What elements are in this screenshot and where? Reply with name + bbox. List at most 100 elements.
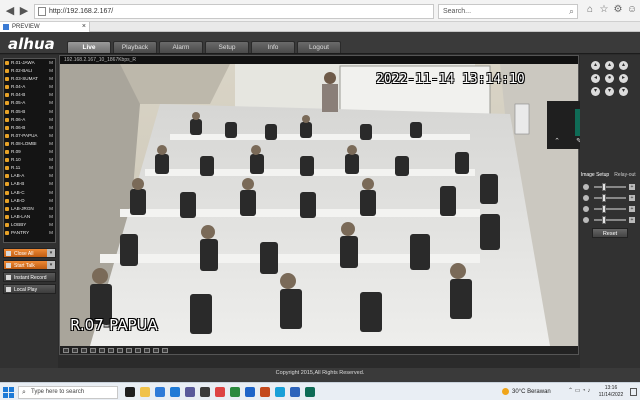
meet-app-icon[interactable] [305,387,315,397]
ptz-center-icon[interactable]: ● [605,74,614,83]
camera-list-item[interactable]: LAB-JRGN M [4,205,55,213]
chevron-down-icon[interactable]: ▾ [47,249,55,257]
excel-icon[interactable] [230,387,240,397]
camera-list-item[interactable]: R.08-LOMBI M [4,140,55,148]
camera-list-item[interactable]: LAB-LAN M [4,213,55,221]
camera-stream-flag[interactable]: M [49,156,53,164]
snapshot-icon[interactable] [108,347,114,353]
camera-list-item[interactable]: LOBBY M [4,221,55,229]
record-toggle-icon[interactable] [117,347,123,353]
camera-stream-flag[interactable]: M [49,124,53,132]
back-icon[interactable]: ◀ [3,4,17,18]
camera-list-item[interactable]: R.06-B M [4,124,55,132]
slider-knob[interactable] [601,183,606,191]
increase-icon[interactable]: + [629,206,635,212]
camera-stream-flag[interactable]: M [49,180,53,188]
tab-image-setup[interactable]: Image Setup [580,171,610,180]
camera-stream-flag[interactable]: M [49,221,53,229]
camera-list-item[interactable]: LAB-C M [4,189,55,197]
ptz-up-icon[interactable]: ▴ [605,61,614,70]
taskbar-search-input[interactable]: ⌕ Type here to search [18,386,118,399]
ie-icon[interactable] [275,387,285,397]
ptz-down-left-icon[interactable]: ▾ [591,87,600,96]
saturation-slider[interactable]: + [583,205,637,213]
ptz-down-right-icon[interactable]: ▾ [619,87,628,96]
camera-list-item[interactable]: R.03-SUMAT M [4,75,55,83]
tab-close-icon[interactable]: × [82,22,86,32]
tab-logout[interactable]: Logout [297,41,341,53]
camera-list-item[interactable]: R.10 M [4,156,55,164]
camera-list-item[interactable]: LAB-A M [4,172,55,180]
brightness-slider[interactable]: + [583,183,637,191]
file-explorer-icon[interactable] [140,387,150,397]
powerpoint-icon[interactable] [260,387,270,397]
tab-alarm[interactable]: Alarm [159,41,203,53]
close-video-icon[interactable] [162,347,168,353]
system-tray[interactable]: ⌃ ▭ ◔ ♪ [568,387,590,394]
window-9-icon[interactable] [81,347,87,353]
camera-stream-flag[interactable]: M [49,189,53,197]
camera-list-item[interactable]: R.06-A M [4,116,55,124]
browser-tab[interactable]: PREVIEW × [0,22,90,32]
camera-stream-flag[interactable]: M [49,205,53,213]
tab-live[interactable]: Live [67,41,111,53]
camera-list-item[interactable]: R.04-B M [4,91,55,99]
address-bar[interactable]: http://192.168.2.167/ [34,4,434,19]
camera-list-item[interactable]: R.04-A M [4,83,55,91]
settings-gear-icon[interactable]: ⚙ [612,3,624,17]
zoom-app-icon[interactable] [290,387,300,397]
instant-record-button[interactable]: Instant Record [3,272,56,282]
hue-slider[interactable]: + [583,216,637,224]
camera-stream-flag[interactable]: M [49,197,53,205]
zoom-icon[interactable] [126,347,132,353]
taskbar-clock[interactable]: 13:16 11/14/2022 [596,385,626,399]
tab-info[interactable]: Info [251,41,295,53]
camera-list-item[interactable]: PANTRY M [4,229,55,237]
window-4-icon[interactable] [72,347,78,353]
camera-list-item[interactable]: R.01-JAWA M [4,59,55,67]
edge-icon[interactable] [170,387,180,397]
feedback-icon[interactable]: ☺ [626,3,638,17]
camera-stream-flag[interactable]: M [49,67,53,75]
ptz-left-icon[interactable]: ◂ [591,74,600,83]
slider-knob[interactable] [601,205,606,213]
tab-setup[interactable]: Setup [205,41,249,53]
live-video-frame[interactable]: 192.168.2.167_10_1867Kbps_R 2022-11-14 1… [59,55,579,355]
weather-widget[interactable]: 30°C Berawan [502,386,551,398]
chrome-icon[interactable] [215,387,225,397]
camera-stream-flag[interactable]: M [49,59,53,67]
fullscreen-icon[interactable] [99,347,105,353]
camera-list-item[interactable]: R.09 M [4,148,55,156]
window-1-icon[interactable] [63,347,69,353]
close-all-button[interactable]: Close All ▾ [3,248,56,258]
camera-list-item[interactable]: R.05-B M [4,108,55,116]
camera-list-item[interactable]: R.07-PAPUA M [4,132,55,140]
increase-icon[interactable]: + [629,217,635,223]
camera-stream-flag[interactable]: M [49,132,53,140]
reset-button[interactable]: Reset [592,228,628,238]
start-talk-button[interactable]: Start Talk ▾ [3,260,56,270]
camera-list-item[interactable]: LAB-D M [4,197,55,205]
camera-stream-flag[interactable]: M [49,75,53,83]
favorites-icon[interactable]: ☆ [598,3,610,17]
camera-list-item[interactable]: LAB-B M [4,180,55,188]
ptz-up-right-icon[interactable]: ▴ [619,61,628,70]
camera-stream-flag[interactable]: M [49,213,53,221]
window-16-icon[interactable] [90,347,96,353]
local-play-button[interactable]: Local Play [3,284,56,294]
camera-list-item[interactable]: R.11 M [4,164,55,172]
camera-stream-flag[interactable]: M [49,172,53,180]
camera-stream-flag[interactable]: M [49,108,53,116]
camera-list[interactable]: R.01-JAWA M R.02-BALI M R.03-SUMAT M R.04-A M R.… [3,58,56,243]
home-icon[interactable]: ⌂ [584,3,596,17]
aspect-icon[interactable] [153,347,159,353]
mail-icon[interactable] [155,387,165,397]
ptz-right-icon[interactable]: ▸ [619,74,628,83]
camera-stream-flag[interactable]: M [49,148,53,156]
store-icon[interactable] [200,387,210,397]
increase-icon[interactable]: + [629,184,635,190]
notification-icon[interactable] [630,388,637,396]
word-icon[interactable] [245,387,255,397]
camera-stream-flag[interactable]: M [49,140,53,148]
camera-stream-flag[interactable]: M [49,116,53,124]
